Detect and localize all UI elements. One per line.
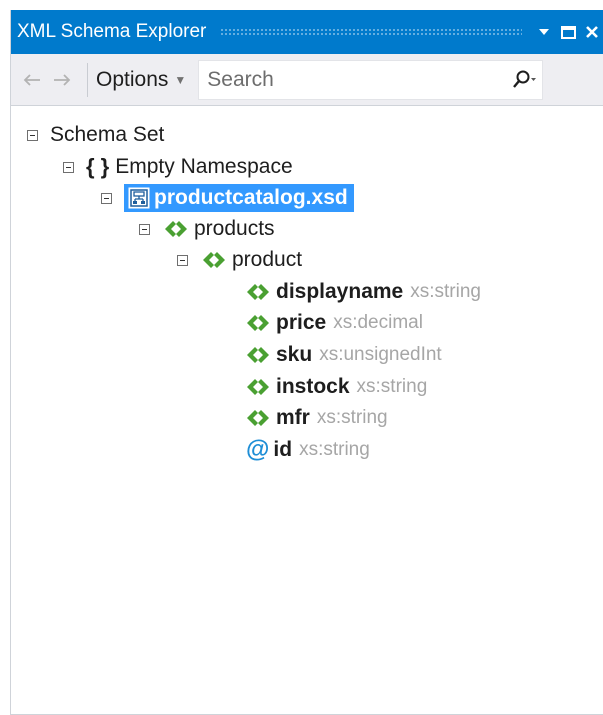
collapse-toggle[interactable] — [27, 129, 38, 141]
tree-node-product[interactable]: product — [177, 245, 302, 275]
back-button[interactable] — [17, 60, 47, 100]
element-icon — [200, 249, 228, 271]
node-type: xs:string — [316, 407, 388, 428]
forward-arrow-icon — [54, 73, 71, 86]
schema-file-icon — [128, 187, 150, 209]
toolbar-separator — [87, 62, 88, 97]
node-name: displayname — [276, 280, 404, 303]
tree-node-instock[interactable]: instock xs:string — [244, 372, 427, 402]
xml-schema-explorer-panel: XML Schema Explorer Options ▼ Search Sch… — [10, 10, 603, 715]
tree-node-schema-set[interactable]: Schema Set — [27, 120, 164, 150]
tree-node-namespace[interactable]: { } Empty Namespace — [63, 152, 293, 182]
collapse-toggle[interactable] — [177, 254, 188, 266]
window-title: XML Schema Explorer — [17, 21, 207, 42]
node-label: product — [232, 248, 303, 271]
title-grip[interactable] — [220, 28, 522, 36]
tree-node-displayname[interactable]: displayname xs:string — [244, 277, 481, 307]
node-label: products — [194, 217, 275, 240]
node-type: xs:string — [299, 439, 370, 460]
node-type: xs:unsignedInt — [319, 344, 442, 365]
options-dropdown[interactable]: Options ▼ — [92, 60, 194, 100]
collapse-toggle[interactable] — [63, 161, 74, 173]
attribute-icon: @ — [246, 436, 270, 463]
element-icon — [244, 407, 272, 429]
element-icon — [244, 281, 272, 303]
search-button[interactable] — [506, 61, 542, 99]
toolbar: Options ▼ — [11, 54, 603, 106]
node-name: id — [273, 438, 293, 461]
element-icon — [162, 218, 190, 240]
dropdown-arrow-icon[interactable] — [532, 10, 556, 54]
braces-icon: { } — [86, 154, 110, 179]
title-bar[interactable]: XML Schema Explorer — [11, 10, 603, 54]
collapse-toggle[interactable] — [101, 192, 112, 204]
options-caret-icon: ▼ — [174, 72, 187, 87]
node-name: price — [276, 311, 327, 334]
node-name: sku — [276, 343, 313, 366]
maximize-icon[interactable] — [556, 10, 580, 54]
collapse-toggle[interactable] — [139, 223, 150, 235]
selected-node[interactable]: productcatalog.xsd — [124, 184, 354, 212]
options-label: Options — [96, 67, 169, 91]
node-type: xs:string — [410, 281, 481, 302]
node-name: mfr — [276, 406, 310, 429]
node-type: xs:string — [356, 376, 428, 397]
node-label: Empty Namespace — [115, 155, 293, 178]
back-arrow-icon — [23, 73, 40, 86]
tree-node-price[interactable]: price xs:decimal — [244, 308, 423, 338]
node-name: instock — [276, 375, 350, 398]
tree-node-sku[interactable]: sku xs:unsignedInt — [244, 340, 442, 370]
close-icon[interactable] — [580, 10, 603, 54]
tree-node-mfr[interactable]: mfr xs:string — [244, 403, 388, 433]
element-icon — [244, 312, 272, 334]
tree-node-id[interactable]: @ id xs:string — [246, 435, 370, 465]
schema-tree: Schema Set { } Empty Namespace productca… — [11, 106, 603, 715]
search-input[interactable] — [205, 66, 507, 93]
forward-button[interactable] — [47, 60, 77, 100]
search-box — [198, 59, 544, 100]
tree-node-products[interactable]: products — [139, 214, 275, 244]
tree-node-schema-file[interactable]: productcatalog.xsd — [101, 183, 354, 213]
element-icon — [244, 376, 272, 398]
node-type: xs:decimal — [333, 312, 423, 333]
node-label: productcatalog.xsd — [154, 186, 348, 209]
search-icon — [513, 70, 537, 88]
element-icon — [244, 344, 272, 366]
node-label: Schema Set — [50, 123, 165, 146]
